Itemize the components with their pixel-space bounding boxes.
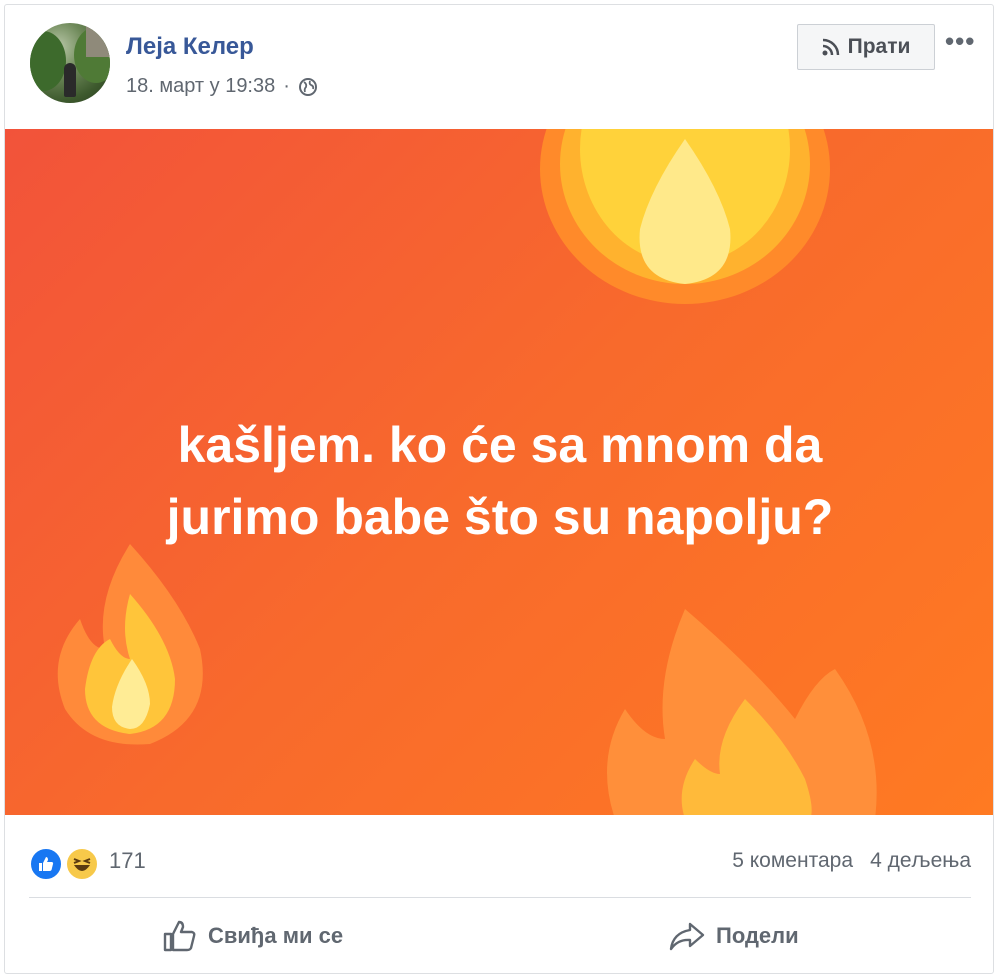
haha-icon[interactable] — [65, 847, 99, 881]
share-label: Подели — [716, 923, 799, 948]
thumbs-up-icon — [163, 920, 196, 952]
post-card: Леја Келер 18. март у 19:38 · Прати ••• — [4, 4, 994, 974]
flame-top-decoration — [540, 129, 830, 304]
like-button[interactable]: Свиђа ми се — [162, 916, 343, 956]
rss-icon — [822, 38, 840, 56]
shares-count[interactable]: 4 дељења — [870, 849, 971, 873]
flame-left-decoration — [57, 544, 203, 745]
post-text: kašljem. ko će sa mnom da jurimo babe št… — [45, 409, 955, 553]
more-options-icon[interactable]: ••• — [945, 28, 985, 54]
post-timestamp[interactable]: 18. март у 19:38 — [126, 75, 275, 98]
follow-button[interactable]: Прати — [797, 24, 935, 70]
like-icon[interactable] — [29, 847, 63, 881]
like-label: Свиђа ми се — [208, 923, 344, 948]
avatar[interactable] — [30, 23, 110, 103]
globe-icon[interactable] — [298, 77, 318, 97]
comments-count[interactable]: 5 коментара — [732, 849, 853, 873]
post-header: Леја Келер 18. март у 19:38 · Прати ••• — [5, 5, 993, 129]
follow-label: Прати — [847, 35, 911, 58]
flame-right-decoration — [607, 609, 877, 815]
share-button[interactable]: Подели — [668, 916, 799, 956]
post-text-line-2: jurimo babe što su napolju? — [166, 489, 834, 545]
post-stats: 171 5 коментара 4 дељења — [5, 815, 993, 897]
post-actions: Свиђа ми се Подели — [5, 898, 993, 973]
reaction-count[interactable]: 171 — [109, 848, 146, 874]
post-image[interactable]: kašljem. ko će sa mnom da jurimo babe št… — [5, 129, 993, 815]
share-arrow-icon — [669, 922, 705, 951]
meta-separator: · — [283, 75, 290, 97]
post-meta: 18. март у 19:38 · — [126, 75, 318, 98]
post-text-line-1: kašljem. ko će sa mnom da — [177, 417, 823, 473]
author-name[interactable]: Леја Келер — [126, 33, 254, 61]
